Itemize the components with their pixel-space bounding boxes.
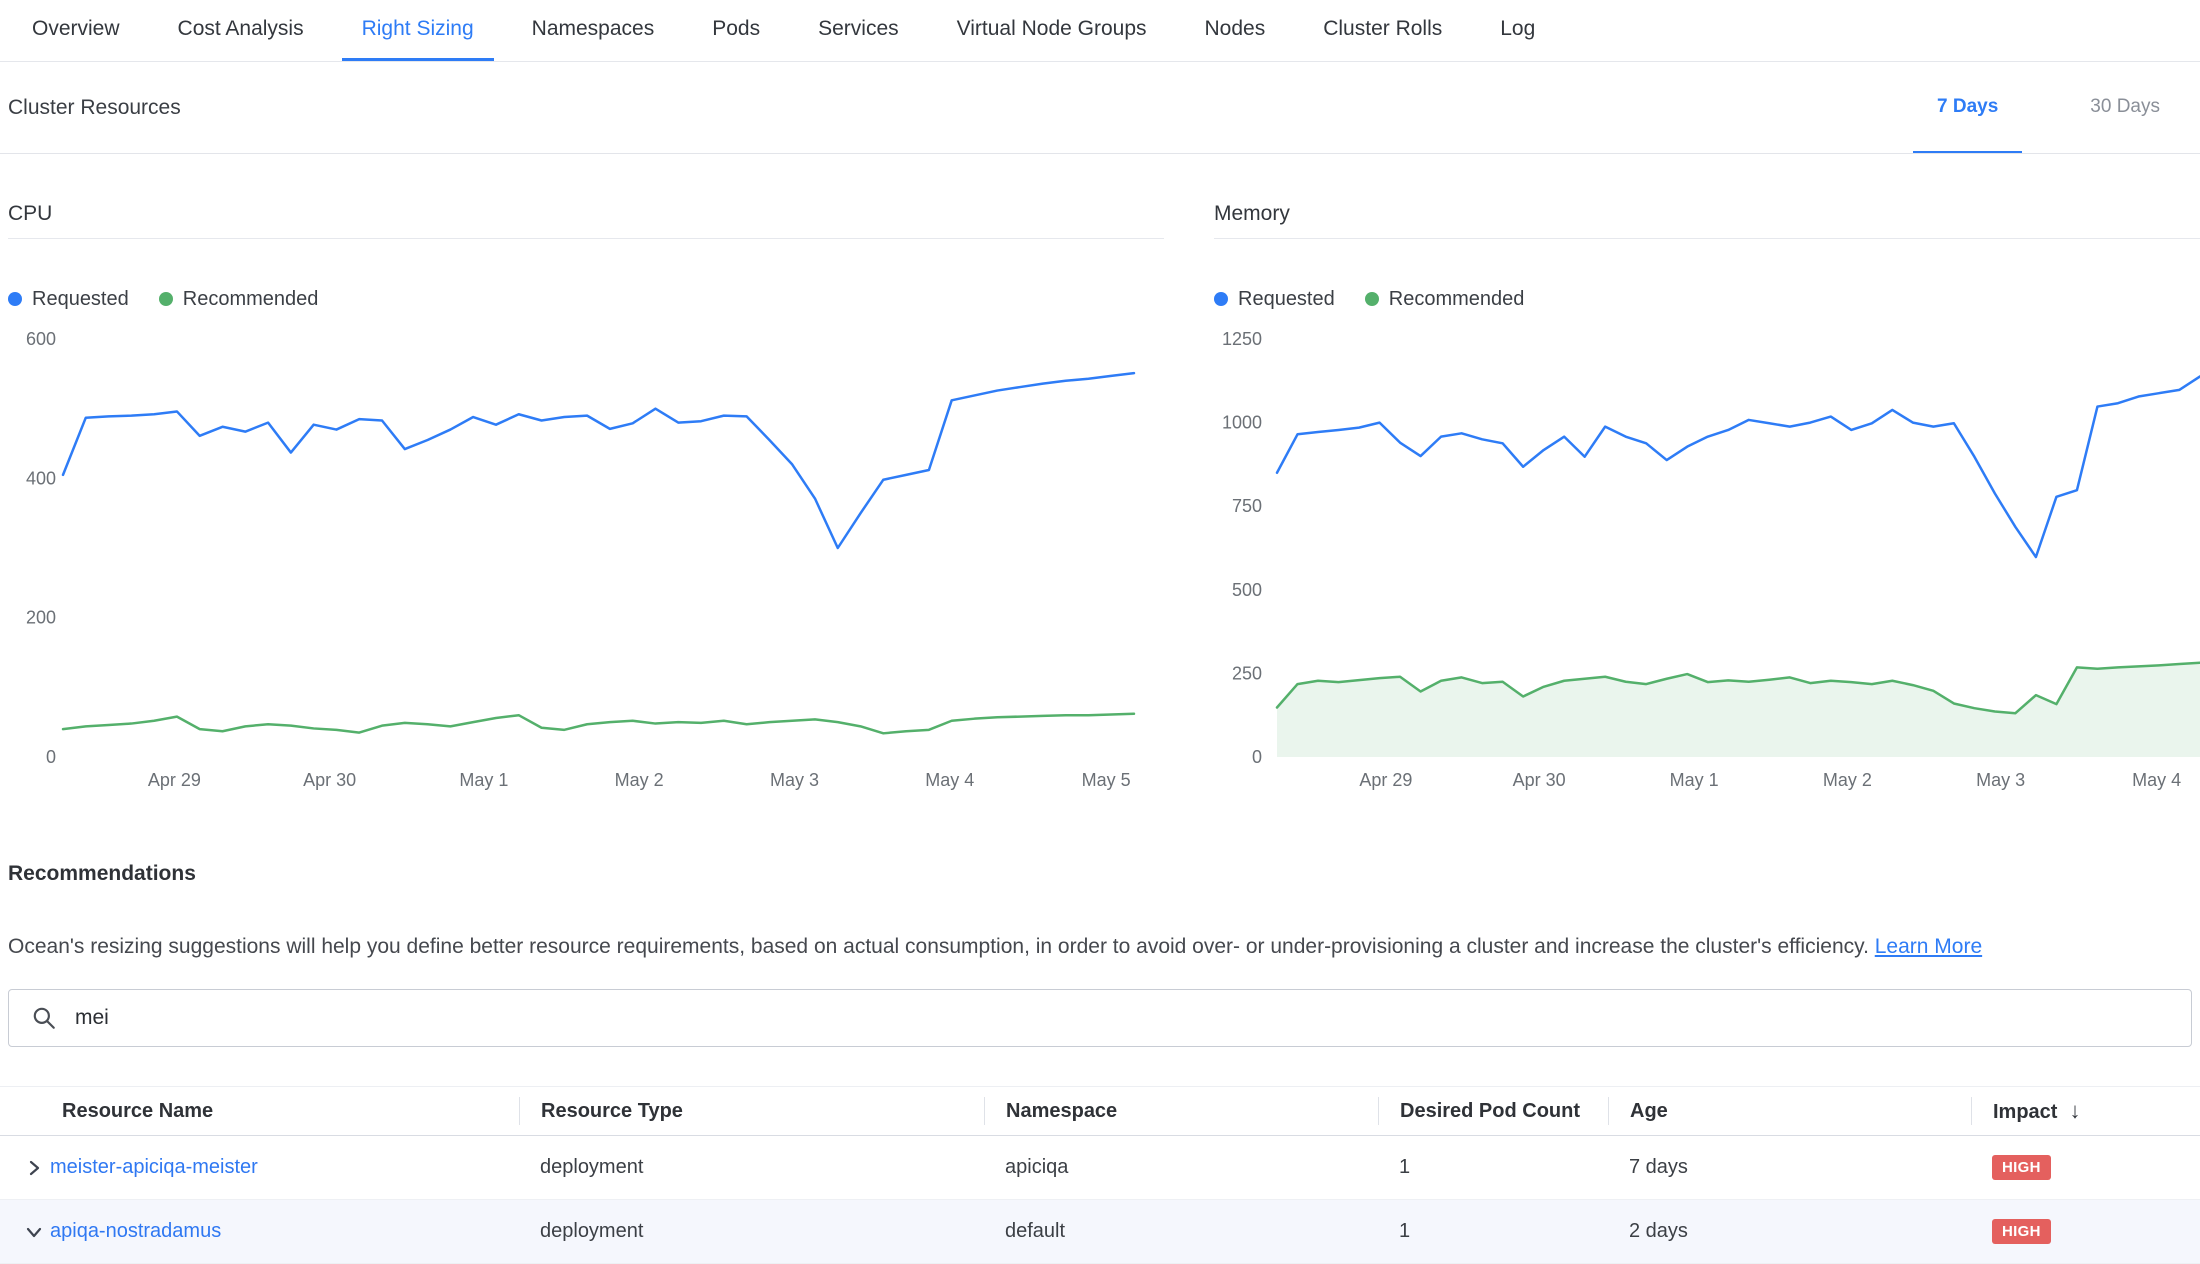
column-header-namespace: Namespace: [984, 1097, 1378, 1125]
range-7-days[interactable]: 7 Days: [1913, 62, 2022, 154]
column-header-impact[interactable]: Impact↓: [1971, 1097, 2200, 1125]
legend-dot-icon: [159, 292, 173, 306]
legend-dot-icon: [8, 292, 22, 306]
table-row: meister-apiciqa-meister deploymentapiciqa…: [0, 1136, 2200, 1200]
column-header-desired-pod-count: Desired Pod Count: [1378, 1097, 1608, 1125]
svg-text:Apr 29: Apr 29: [1359, 770, 1412, 790]
resource-name-cell: meister-apiciqa-meister: [0, 1156, 519, 1179]
tab-log[interactable]: Log: [1480, 0, 1555, 61]
svg-text:500: 500: [1232, 580, 1262, 600]
expand-chevron-icon[interactable]: [24, 1158, 50, 1178]
impact-badge: HIGH: [1992, 1219, 2051, 1244]
legend-recommended: Recommended: [159, 288, 319, 311]
legend-requested: Requested: [1214, 288, 1335, 311]
cpu-chart-legend: Requested Recommended: [8, 287, 1164, 311]
memory-chart-legend: Requested Recommended: [1214, 287, 2200, 311]
svg-text:1250: 1250: [1222, 329, 1262, 349]
svg-text:May 2: May 2: [1823, 770, 1872, 790]
table-body: meister-apiciqa-meisterdeploymentapiciqa…: [0, 1136, 2200, 1264]
tab-right-sizing[interactable]: Right Sizing: [342, 0, 494, 61]
legend-requested: Requested: [8, 288, 129, 311]
svg-text:May 1: May 1: [1670, 770, 1719, 790]
svg-text:0: 0: [46, 747, 56, 767]
tab-cluster-rolls[interactable]: Cluster Rolls: [1303, 0, 1462, 61]
svg-text:May 4: May 4: [2132, 770, 2181, 790]
svg-text:May 1: May 1: [459, 770, 508, 790]
namespace-cell: default: [984, 1220, 1378, 1243]
impact-badge: HIGH: [1992, 1155, 2051, 1180]
column-header-resource-type: Resource Type: [519, 1097, 984, 1125]
tab-cost-analysis[interactable]: Cost Analysis: [158, 0, 324, 61]
age-cell: 2 days: [1608, 1220, 1971, 1243]
svg-text:May 3: May 3: [770, 770, 819, 790]
svg-text:400: 400: [26, 468, 56, 488]
search-icon: [31, 1005, 57, 1031]
time-range-toggle: 7 Days 30 Days: [1913, 62, 2184, 154]
impact-cell: HIGH: [1971, 1219, 2200, 1244]
tab-namespaces[interactable]: Namespaces: [512, 0, 675, 61]
legend-dot-icon: [1365, 292, 1379, 306]
svg-text:250: 250: [1232, 663, 1262, 683]
svg-text:May 2: May 2: [615, 770, 664, 790]
svg-text:200: 200: [26, 608, 56, 628]
section-divider: [0, 153, 2200, 154]
tab-bar: Overview Cost Analysis Right Sizing Namespa…: [0, 0, 2200, 62]
chart-title-cpu: CPU: [8, 196, 1164, 239]
resource-type-cell: deployment: [519, 1220, 984, 1243]
resource-name-link[interactable]: meister-apiciqa-meister: [50, 1156, 258, 1179]
range-30-days[interactable]: 30 Days: [2066, 62, 2184, 154]
recommendations-description: Ocean's resizing suggestions will help y…: [8, 935, 1869, 958]
cpu-chart: 0 200 400 600 Apr 29 Apr 30 May 1 May 2 May 3 May…: [8, 324, 1164, 794]
svg-text:May 3: May 3: [1976, 770, 2025, 790]
tab-pods[interactable]: Pods: [692, 0, 780, 61]
svg-text:May 5: May 5: [1082, 770, 1131, 790]
search-box[interactable]: [8, 989, 2192, 1047]
right-sizing-page: Overview Cost Analysis Right Sizing Namespa…: [0, 0, 2200, 1264]
table-header-row: Resource NameResource TypeNamespaceDesir…: [0, 1086, 2200, 1136]
chart-title-memory: Memory: [1214, 196, 2200, 239]
cpu-chart-section: CPU Requested Recommended 0 200 400 600 Apr 29 A…: [8, 196, 1164, 794]
svg-text:May 4: May 4: [925, 770, 974, 790]
tab-overview[interactable]: Overview: [12, 0, 140, 61]
tab-nodes[interactable]: Nodes: [1185, 0, 1286, 61]
desired-pod-count-cell: 1: [1378, 1156, 1608, 1179]
svg-text:750: 750: [1232, 496, 1262, 516]
resource-name-link[interactable]: apiqa-nostradamus: [50, 1220, 221, 1243]
svg-text:600: 600: [26, 329, 56, 349]
memory-chart-section: Memory Requested Recommended 0 250 500 750 1000…: [1214, 196, 2200, 794]
impact-cell: HIGH: [1971, 1155, 2200, 1180]
resource-name-cell: apiqa-nostradamus: [0, 1220, 519, 1243]
column-header-resource-name: Resource Name: [0, 1097, 519, 1125]
svg-text:Apr 30: Apr 30: [303, 770, 356, 790]
svg-text:0: 0: [1252, 747, 1262, 767]
tab-virtual-node-groups[interactable]: Virtual Node Groups: [937, 0, 1167, 61]
search-input[interactable]: [73, 1005, 2191, 1031]
learn-more-link[interactable]: Learn More: [1875, 935, 1982, 958]
collapse-chevron-icon[interactable]: [24, 1222, 50, 1242]
legend-recommended: Recommended: [1365, 288, 1525, 311]
svg-text:Apr 29: Apr 29: [148, 770, 201, 790]
desired-pod-count-cell: 1: [1378, 1220, 1608, 1243]
age-cell: 7 days: [1608, 1156, 1971, 1179]
svg-text:Apr 30: Apr 30: [1513, 770, 1566, 790]
recommendations-title: Recommendations: [8, 862, 196, 886]
cluster-resources-header: Cluster Resources 7 Days 30 Days: [8, 62, 2200, 154]
table-row: apiqa-nostradamus deploymentdefault12 day…: [0, 1200, 2200, 1264]
svg-text:1000: 1000: [1222, 413, 1262, 433]
recommendations-description-row: Ocean's resizing suggestions will help y…: [8, 932, 2192, 961]
sort-desc-icon: ↓: [2069, 1098, 2080, 1123]
column-header-age: Age: [1608, 1097, 1971, 1125]
resource-type-cell: deployment: [519, 1156, 984, 1179]
tab-services[interactable]: Services: [798, 0, 919, 61]
cluster-resources-title: Cluster Resources: [8, 96, 181, 120]
memory-chart: 0 250 500 750 1000 1250 Apr 29 Apr 30 May 1 May 2…: [1214, 324, 2200, 794]
legend-dot-icon: [1214, 292, 1228, 306]
namespace-cell: apiciqa: [984, 1156, 1378, 1179]
